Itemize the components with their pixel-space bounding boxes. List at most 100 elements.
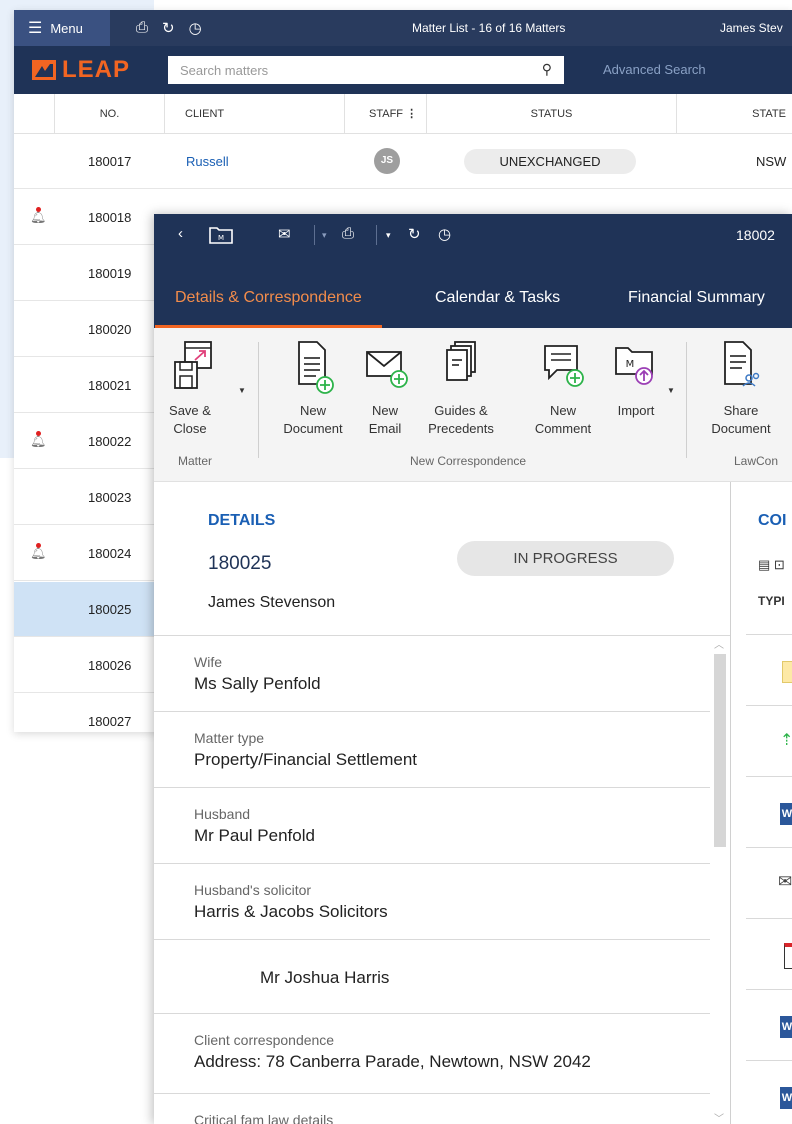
detail-field[interactable]: Matter type Property/Financial Settlement	[154, 712, 710, 788]
tab-details-correspondence[interactable]: Details & Correspondence	[155, 256, 382, 328]
ribbon-divider	[686, 342, 687, 458]
tab-calendar-tasks[interactable]: Calendar & Tasks	[435, 256, 560, 328]
field-value: Ms Sally Penfold	[194, 674, 321, 693]
field-value: Property/Financial Settlement	[194, 750, 417, 769]
detail-field[interactable]: Husband Mr Paul Penfold	[154, 788, 710, 864]
word-icon: W	[780, 803, 792, 825]
field-label: Husband's solicitor	[194, 882, 312, 898]
chevron-down-icon[interactable]: ▾	[322, 230, 327, 241]
correspondence-row[interactable]: W	[746, 777, 792, 848]
column-header-status[interactable]: STATUS	[426, 94, 676, 134]
client-link[interactable]: Russell	[186, 154, 229, 169]
tab-financial-summary[interactable]: Financial Summary	[628, 256, 765, 328]
advanced-search-link[interactable]: Advanced Search	[603, 62, 706, 77]
field-value: Address: 78 Canberra Parade, Newtown, NS…	[194, 1052, 591, 1071]
bell-icon[interactable]: 🔔︎	[30, 543, 47, 561]
view-icon[interactable]: ▤	[758, 557, 770, 572]
share-icon: ⇡	[780, 732, 792, 749]
leap-logo: LEAP	[32, 56, 130, 84]
guides-precedents-button[interactable]: Guides & Precedents	[422, 328, 500, 436]
status-badge: UNEXCHANGED	[464, 149, 636, 174]
import-label: Import	[617, 403, 655, 418]
column-header-client[interactable]: CLIENT	[164, 94, 344, 134]
details-heading: DETAILS	[208, 512, 276, 529]
ribbon-group-lawconnect: LawCon	[734, 454, 779, 468]
detail-field[interactable]: Husband's solicitor Harris & Jacobs Solic…	[154, 864, 710, 940]
divider	[376, 225, 377, 245]
new-email-button[interactable]: New Email	[346, 328, 424, 436]
correspondence-row[interactable]	[746, 635, 792, 706]
detail-titlebar: ‹ M ✉ ▾ ⎙ ▾ ↻ ◷ 18002	[154, 214, 792, 256]
new-document-button[interactable]: New Document	[274, 328, 352, 436]
detail-field[interactable]: Critical fam law details	[154, 1094, 710, 1124]
correspondence-row[interactable]: ⇡	[746, 706, 792, 777]
menu-button[interactable]: ☰ Menu	[14, 10, 110, 46]
chevron-down-icon[interactable]: ▼	[238, 386, 246, 395]
matter-number-cell: 180019	[88, 266, 132, 281]
chevron-down-icon[interactable]: ﹀	[714, 1110, 724, 1124]
panel-divider	[730, 482, 731, 1124]
status-badge[interactable]: IN PROGRESS	[457, 541, 674, 576]
print-icon[interactable]: ⎙	[136, 19, 148, 37]
correspondence-heading: COI	[758, 512, 787, 529]
matter-number-cell: 180018	[88, 210, 132, 225]
share-document-button[interactable]: Share Document	[702, 328, 780, 436]
correspondence-row[interactable]: W	[746, 990, 792, 1061]
print-icon[interactable]: ⎙	[342, 225, 354, 242]
column-header-state[interactable]: STATE	[676, 94, 792, 134]
column-header-type[interactable]: TYPI	[758, 594, 785, 608]
new-email-icon	[361, 340, 409, 398]
correspondence-toolbar: ▤ ⊡	[758, 557, 785, 573]
expand-icon[interactable]: ⊡	[774, 557, 785, 572]
detail-field[interactable]: Mr Joshua Harris	[154, 940, 710, 1014]
clock-icon[interactable]: ◷	[438, 225, 451, 243]
email-icon: ✉	[778, 872, 792, 891]
detail-field[interactable]: Client correspondence Address: 78 Canberr…	[154, 1014, 710, 1094]
client-name[interactable]: James Stevenson	[208, 594, 335, 612]
table-header: NO. CLIENT STAFF ⋮ STATUS STATE	[14, 94, 792, 134]
brand-name: LEAP	[62, 56, 131, 83]
email-icon[interactable]: ✉	[278, 225, 291, 243]
search-input[interactable]: Search matters ⚲	[168, 56, 564, 84]
matter-number-cell: 180017	[88, 154, 132, 169]
guides-icon	[437, 340, 485, 398]
hamburger-icon: ☰	[28, 20, 43, 37]
back-icon[interactable]: ‹	[178, 225, 183, 242]
svg-text:M: M	[626, 359, 635, 370]
kebab-icon[interactable]: ⋮	[406, 108, 417, 120]
detail-field[interactable]: Wife Ms Sally Penfold	[154, 636, 710, 712]
search-icon[interactable]: ⚲	[542, 61, 552, 78]
field-label: Client correspondence	[194, 1032, 335, 1048]
column-header-staff[interactable]: STAFF ⋮	[344, 94, 426, 134]
bell-icon[interactable]: 🔔︎	[30, 207, 47, 225]
scrollbar-thumb[interactable]	[714, 654, 726, 847]
matter-number-title: 18002	[736, 227, 775, 243]
table-row[interactable]: 180017 Russell JS UNEXCHANGED NSW	[14, 134, 792, 189]
save-close-button[interactable]: ▼ Save & Close	[154, 328, 246, 436]
matter-folder-icon[interactable]: M	[208, 225, 234, 249]
field-value: Harris & Jacobs Solicitors	[194, 902, 388, 921]
matter-number: 180025	[208, 553, 272, 574]
chevron-up-icon[interactable]: ︿	[714, 636, 724, 651]
share-document-label: Share Document	[711, 403, 771, 436]
new-comment-label: New Comment	[534, 403, 592, 436]
correspondence-row[interactable]: ✉	[746, 848, 792, 919]
matter-number-cell: 180027	[88, 714, 132, 729]
import-button[interactable]: M ▼ Import	[597, 328, 675, 418]
column-header-no[interactable]: NO.	[54, 94, 164, 134]
word-icon: W	[780, 1016, 792, 1038]
user-name[interactable]: James Stev	[720, 21, 783, 35]
scrollbar[interactable]: ︿ ﹀	[710, 636, 730, 1124]
chevron-down-icon[interactable]: ▾	[386, 230, 391, 241]
refresh-icon[interactable]: ↻	[162, 19, 175, 37]
bell-icon[interactable]: 🔔︎	[30, 431, 47, 449]
clock-icon[interactable]: ◷	[189, 19, 202, 37]
correspondence-row[interactable]: W	[746, 1061, 792, 1124]
ribbon-group-new-correspondence: New Correspondence	[410, 454, 527, 468]
correspondence-row[interactable]	[746, 919, 792, 990]
field-value: Mr Joshua Harris	[260, 968, 390, 987]
refresh-icon[interactable]: ↻	[408, 225, 421, 243]
matter-number-cell: 180021	[88, 378, 132, 393]
chevron-down-icon[interactable]: ▼	[667, 386, 675, 395]
new-comment-button[interactable]: New Comment	[524, 328, 602, 436]
